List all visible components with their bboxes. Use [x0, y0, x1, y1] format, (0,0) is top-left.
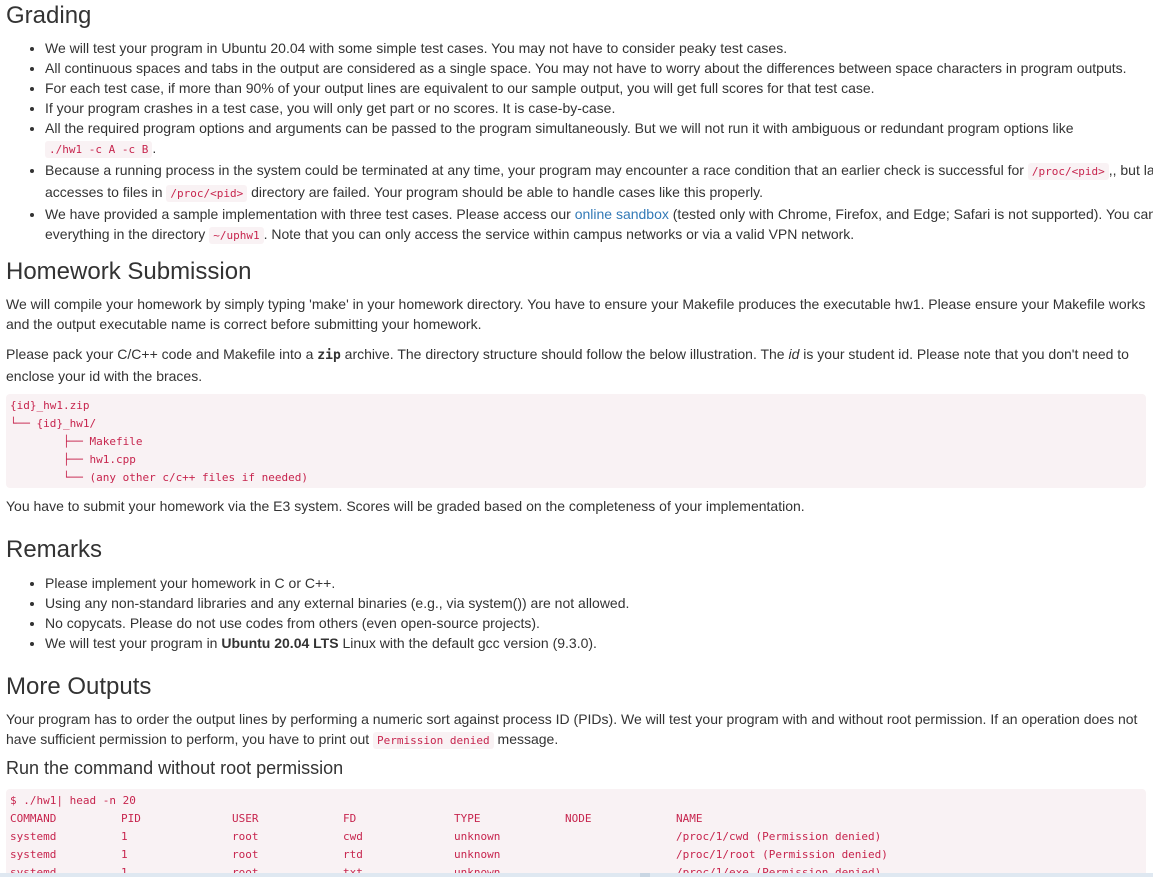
output-table: COMMAND PID USER FD TYPE NODE NAME systemd 1 roo… [10, 810, 1142, 877]
submission-heading: Homework Submission [6, 258, 252, 285]
table-header-cell: COMMAND [10, 812, 57, 825]
list-item: For each test case, if more than 90% of … [45, 78, 1153, 98]
list-item: We have provided a sample implementation… [45, 204, 1153, 246]
table-cell [565, 828, 676, 846]
command-line: $ ./hw1| head -n 20 [10, 794, 136, 807]
table-cell: unknown [454, 848, 501, 861]
list-item: No copycats. Please do not use codes fro… [45, 613, 1153, 633]
table-row: systemd 1 root rtd unknown/proc/1/root (Perm… [10, 846, 1142, 864]
table-cell: /proc/1/root (Permission denied) [676, 848, 888, 861]
table-cell: 1 [121, 830, 128, 843]
outputs-paragraph: Your program has to order the output lin… [6, 711, 1138, 749]
submission-paragraph: You have to submit your homework via the… [6, 498, 805, 514]
table-cell: systemd [10, 830, 57, 843]
inline-code: /proc/<pid> [166, 185, 248, 202]
list-item: If your program crashes in a test case, … [45, 98, 1153, 118]
table-cell: root [232, 830, 259, 843]
scrollbar-thumb[interactable] [640, 873, 650, 877]
grading-heading: Grading [6, 2, 92, 29]
table-cell [565, 846, 676, 864]
table-header-cell: FD [343, 812, 357, 825]
list-item: We will test your program in Ubuntu 20.0… [45, 633, 1153, 653]
table-cell: 1 [121, 848, 128, 861]
table-cell: cwd [343, 830, 363, 843]
table-cell: rtd [343, 848, 363, 861]
inline-code: /proc/<pid> [1027, 163, 1109, 180]
directory-tree: {id}_hw1.zip └── {id}_hw1/ ├── Makefile … [6, 394, 1146, 488]
list-item: Please implement your homework in C or C… [45, 573, 1153, 593]
list-item: All continuous spaces and tabs in the ou… [45, 58, 1153, 78]
list-item: Using any non-standard libraries and any… [45, 593, 1153, 613]
list-item: Because a running process in the system … [45, 160, 1153, 204]
table-header: COMMAND PID USER FD TYPE NODE NAME [10, 810, 1142, 828]
table-header-cell: NAME [676, 812, 703, 825]
inline-code: ./hw1 -c A -c B [45, 141, 153, 158]
table-cell: root [232, 848, 259, 861]
table-row: systemd 1 root cwd unknown/proc/1/cwd (Permi… [10, 828, 1142, 846]
table-cell: /proc/1/cwd (Permission denied) [676, 830, 882, 843]
remarks-heading: Remarks [6, 536, 103, 563]
online-sandbox-link[interactable]: online sandbox [575, 206, 669, 222]
inline-code: ~/uphw1 [209, 227, 264, 244]
command-output-block: $ ./hw1| head -n 20 COMMAND PID USER FD TYPE… [6, 789, 1146, 877]
grading-list: We will test your program in Ubuntu 20.0… [6, 38, 1153, 246]
table-cell: unknown [454, 830, 501, 843]
submission-paragraph: Please pack your C/C++ code and Makefile… [6, 346, 1129, 384]
list-item: All the required program options and arg… [45, 118, 1153, 160]
table-header-cell: TYPE [454, 812, 481, 825]
remarks-list: Please implement your homework in C or C… [6, 573, 1153, 653]
table-header-cell: NODE [565, 812, 592, 825]
outputs-subheading: Run the command without root permission [6, 758, 344, 778]
table-cell: systemd [10, 848, 57, 861]
horizontal-scrollbar[interactable] [0, 873, 1153, 877]
inline-code: Permission denied [373, 732, 494, 749]
table-header-cell: USER [232, 812, 259, 825]
outputs-heading: More Outputs [6, 673, 152, 700]
list-item: We will test your program in Ubuntu 20.0… [45, 38, 1153, 58]
submission-paragraph: We will compile your homework by simply … [6, 296, 1146, 332]
table-header-cell: PID [121, 812, 141, 825]
